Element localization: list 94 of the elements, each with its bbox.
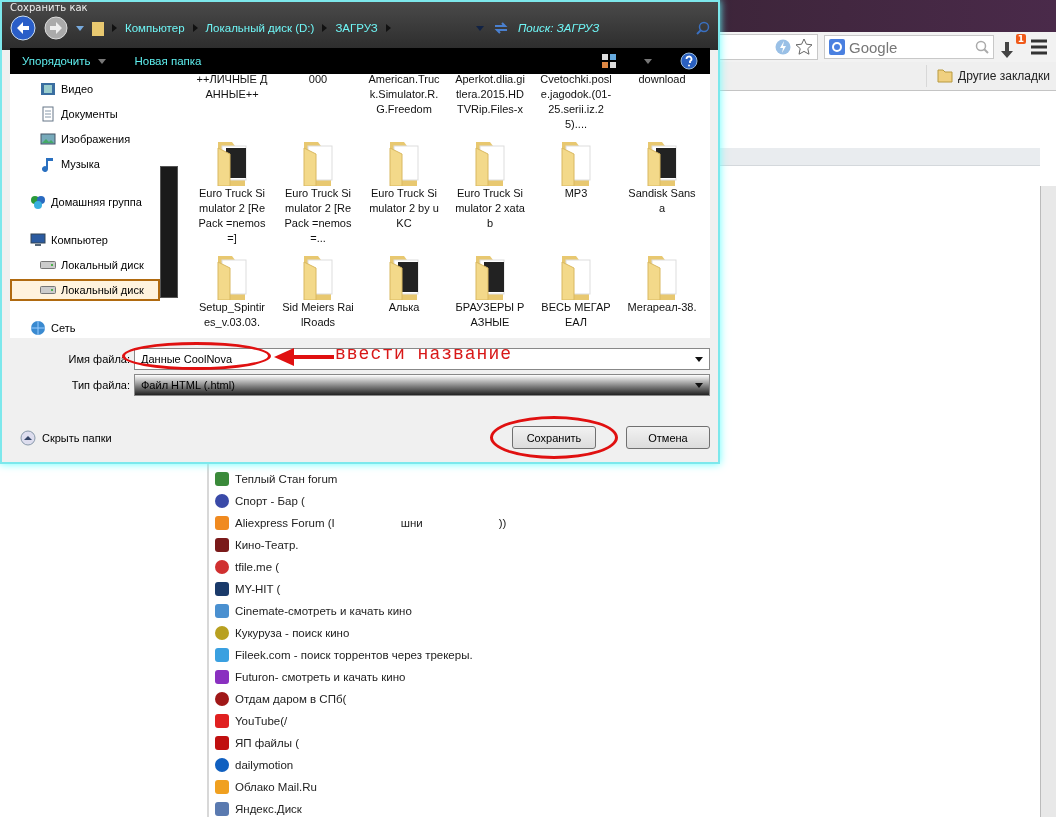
document-icon bbox=[40, 106, 56, 122]
field-label: Тип файла: bbox=[70, 379, 131, 391]
file-item[interactable]: Sid Meiers RailRoads bbox=[276, 252, 360, 330]
computer-icon bbox=[30, 232, 46, 248]
music-note-icon bbox=[40, 156, 56, 172]
chevron-icon bbox=[112, 24, 117, 32]
bookmark-item[interactable]: Cinemate-смотреть и качать кино bbox=[215, 603, 1040, 619]
homegroup-icon bbox=[30, 194, 46, 210]
chevron-icon bbox=[192, 24, 198, 32]
menu-icon bbox=[1030, 39, 1048, 55]
view-icon bbox=[602, 54, 616, 68]
breadcrumb[interactable]: ЗАГРУЗ bbox=[335, 22, 378, 34]
breadcrumb[interactable]: Компьютер bbox=[125, 22, 185, 34]
refresh-icon bbox=[492, 20, 510, 36]
file-item[interactable]: Euro Truck Simulator 2 [RePack =nemos=] bbox=[190, 138, 274, 246]
nav-item[interactable]: Домашняя группа bbox=[10, 191, 160, 213]
nav-item[interactable]: Изображения bbox=[10, 128, 160, 150]
download-arrow-icon bbox=[1000, 42, 1014, 58]
file-item[interactable]: 000 bbox=[276, 74, 360, 132]
bookmark-item[interactable]: Aliexpress Forum (I шни )) bbox=[215, 515, 1040, 531]
file-item[interactable]: Алька bbox=[362, 252, 446, 330]
chevron-icon bbox=[322, 24, 328, 32]
google-logo-icon bbox=[829, 39, 845, 55]
caret-icon bbox=[695, 382, 703, 388]
hide-folders-button[interactable]: Скрыть папки bbox=[20, 429, 112, 446]
window-title: Сохранить как bbox=[9, 2, 89, 14]
bookmark-item[interactable]: MY-HIT ( bbox=[215, 581, 1040, 597]
bookmark-folder[interactable]: Другие закладки bbox=[926, 65, 1050, 87]
file-item[interactable]: Sandisk Sansa bbox=[620, 138, 704, 246]
search-field[interactable]: Поиск: ЗАГРУЗ bbox=[518, 22, 688, 34]
help-icon bbox=[680, 52, 698, 70]
file-item[interactable]: Cvetochki.posle.jagodok.(01-25.serii.iz.25).... bbox=[534, 74, 618, 132]
file-item[interactable]: Setup_Spintires_v.03.03. bbox=[190, 252, 274, 330]
back-icon bbox=[10, 15, 36, 41]
chevron-icon bbox=[385, 24, 391, 32]
file-item[interactable]: Euro Truck Simulator 2 xatab bbox=[448, 138, 532, 246]
file-item[interactable]: ВЕСЬ МЕГАРЕАЛ bbox=[534, 252, 618, 330]
file-item[interactable]: БРАУЗЕРЫ РАЗНЫЕ bbox=[448, 252, 532, 330]
file-item[interactable]: Мегареал-38. bbox=[620, 252, 704, 330]
forward-icon bbox=[44, 16, 68, 40]
drive-icon bbox=[40, 286, 56, 294]
file-item[interactable]: American.Truck.Simulator.R.G.Freedom bbox=[362, 74, 446, 132]
file-item[interactable]: download bbox=[620, 74, 704, 132]
star-icon bbox=[795, 38, 813, 56]
file-item[interactable]: Euro Truck Simulator 2 [RePack =nemos=... bbox=[276, 138, 360, 246]
file-item[interactable]: MP3 bbox=[534, 138, 618, 246]
network-icon bbox=[30, 320, 46, 336]
annotation-arrow-icon bbox=[274, 348, 334, 366]
bookmark-item[interactable]: Яндекс.Диск bbox=[215, 801, 1040, 817]
bookmark-item[interactable]: Спорт - Бар ( bbox=[215, 493, 1040, 509]
bookmark-item[interactable]: YouTube(/ bbox=[215, 713, 1040, 729]
caret-icon bbox=[98, 58, 107, 64]
nav-item[interactable]: Локальный диск bbox=[10, 254, 160, 276]
lightning-icon bbox=[775, 39, 791, 55]
bookmark-item[interactable]: dailymotion bbox=[215, 757, 1040, 773]
nav-item[interactable]: Компьютер bbox=[10, 229, 160, 251]
cancel-button[interactable]: Отмена bbox=[626, 426, 710, 449]
bookmark-item[interactable]: Fileek.com - поиск торрентов через трекеры. bbox=[215, 647, 1040, 663]
nav-item[interactable]: Локальный диск bbox=[10, 279, 160, 301]
breadcrumb[interactable]: Локальный диск (D:) bbox=[205, 22, 315, 34]
collapse-icon bbox=[20, 429, 36, 446]
save-button[interactable]: Сохранить bbox=[512, 426, 596, 449]
search-icon bbox=[696, 21, 710, 35]
bookmark-item[interactable]: ЯП файлы ( bbox=[215, 735, 1040, 751]
new-folder-button[interactable]: Новая папка bbox=[134, 55, 202, 67]
file-item[interactable]: Euro Truck Simulator 2 by uKC bbox=[362, 138, 446, 246]
bookmark-text-fragment: )) bbox=[498, 517, 507, 529]
bookmark-item[interactable]: Futuron- смотреть и качать кино bbox=[215, 669, 1040, 685]
nav-item[interactable]: Видео bbox=[10, 78, 160, 100]
folder-icon bbox=[92, 20, 104, 36]
drive-icon bbox=[40, 261, 56, 269]
download-count-badge: 1 bbox=[1015, 34, 1026, 44]
film-icon bbox=[40, 81, 56, 97]
field-label: Имя файла: bbox=[67, 353, 131, 365]
file-item[interactable]: ++ЛИЧНЫЕ ДАННЫЕ++ bbox=[190, 74, 274, 132]
nav-item[interactable]: Сеть bbox=[10, 317, 160, 338]
bookmark-text-fragment: шни bbox=[400, 517, 423, 529]
search-icon bbox=[975, 40, 989, 54]
picture-icon bbox=[40, 131, 56, 147]
bookmark-item[interactable]: tfile.me ( bbox=[215, 559, 1040, 575]
bookmark-item[interactable]: Кукуруза - поиск кино bbox=[215, 625, 1040, 641]
nav-item[interactable]: Музыка bbox=[10, 153, 160, 175]
bookmark-item[interactable]: Облако Mail.Ru bbox=[215, 779, 1040, 795]
bookmark-item[interactable]: Кино-Театр. bbox=[215, 537, 1040, 553]
bookmark-item[interactable]: Теплый Стан forum bbox=[215, 471, 1040, 487]
filetype-dropdown[interactable]: Файл HTML (.html) bbox=[134, 374, 710, 396]
organize-button[interactable]: Упорядочить bbox=[22, 55, 107, 67]
search-field[interactable]: Google bbox=[824, 35, 994, 59]
nav-item[interactable]: Документы bbox=[10, 103, 160, 125]
folder-icon bbox=[937, 69, 954, 83]
file-item[interactable]: Aperkot.dlia.gitlera.2015.HDTVRip.Files-x bbox=[448, 74, 532, 132]
bookmark-item[interactable]: Отдам даром в СПб( bbox=[215, 691, 1040, 707]
caret-icon bbox=[644, 58, 652, 64]
caret-icon bbox=[695, 356, 703, 362]
